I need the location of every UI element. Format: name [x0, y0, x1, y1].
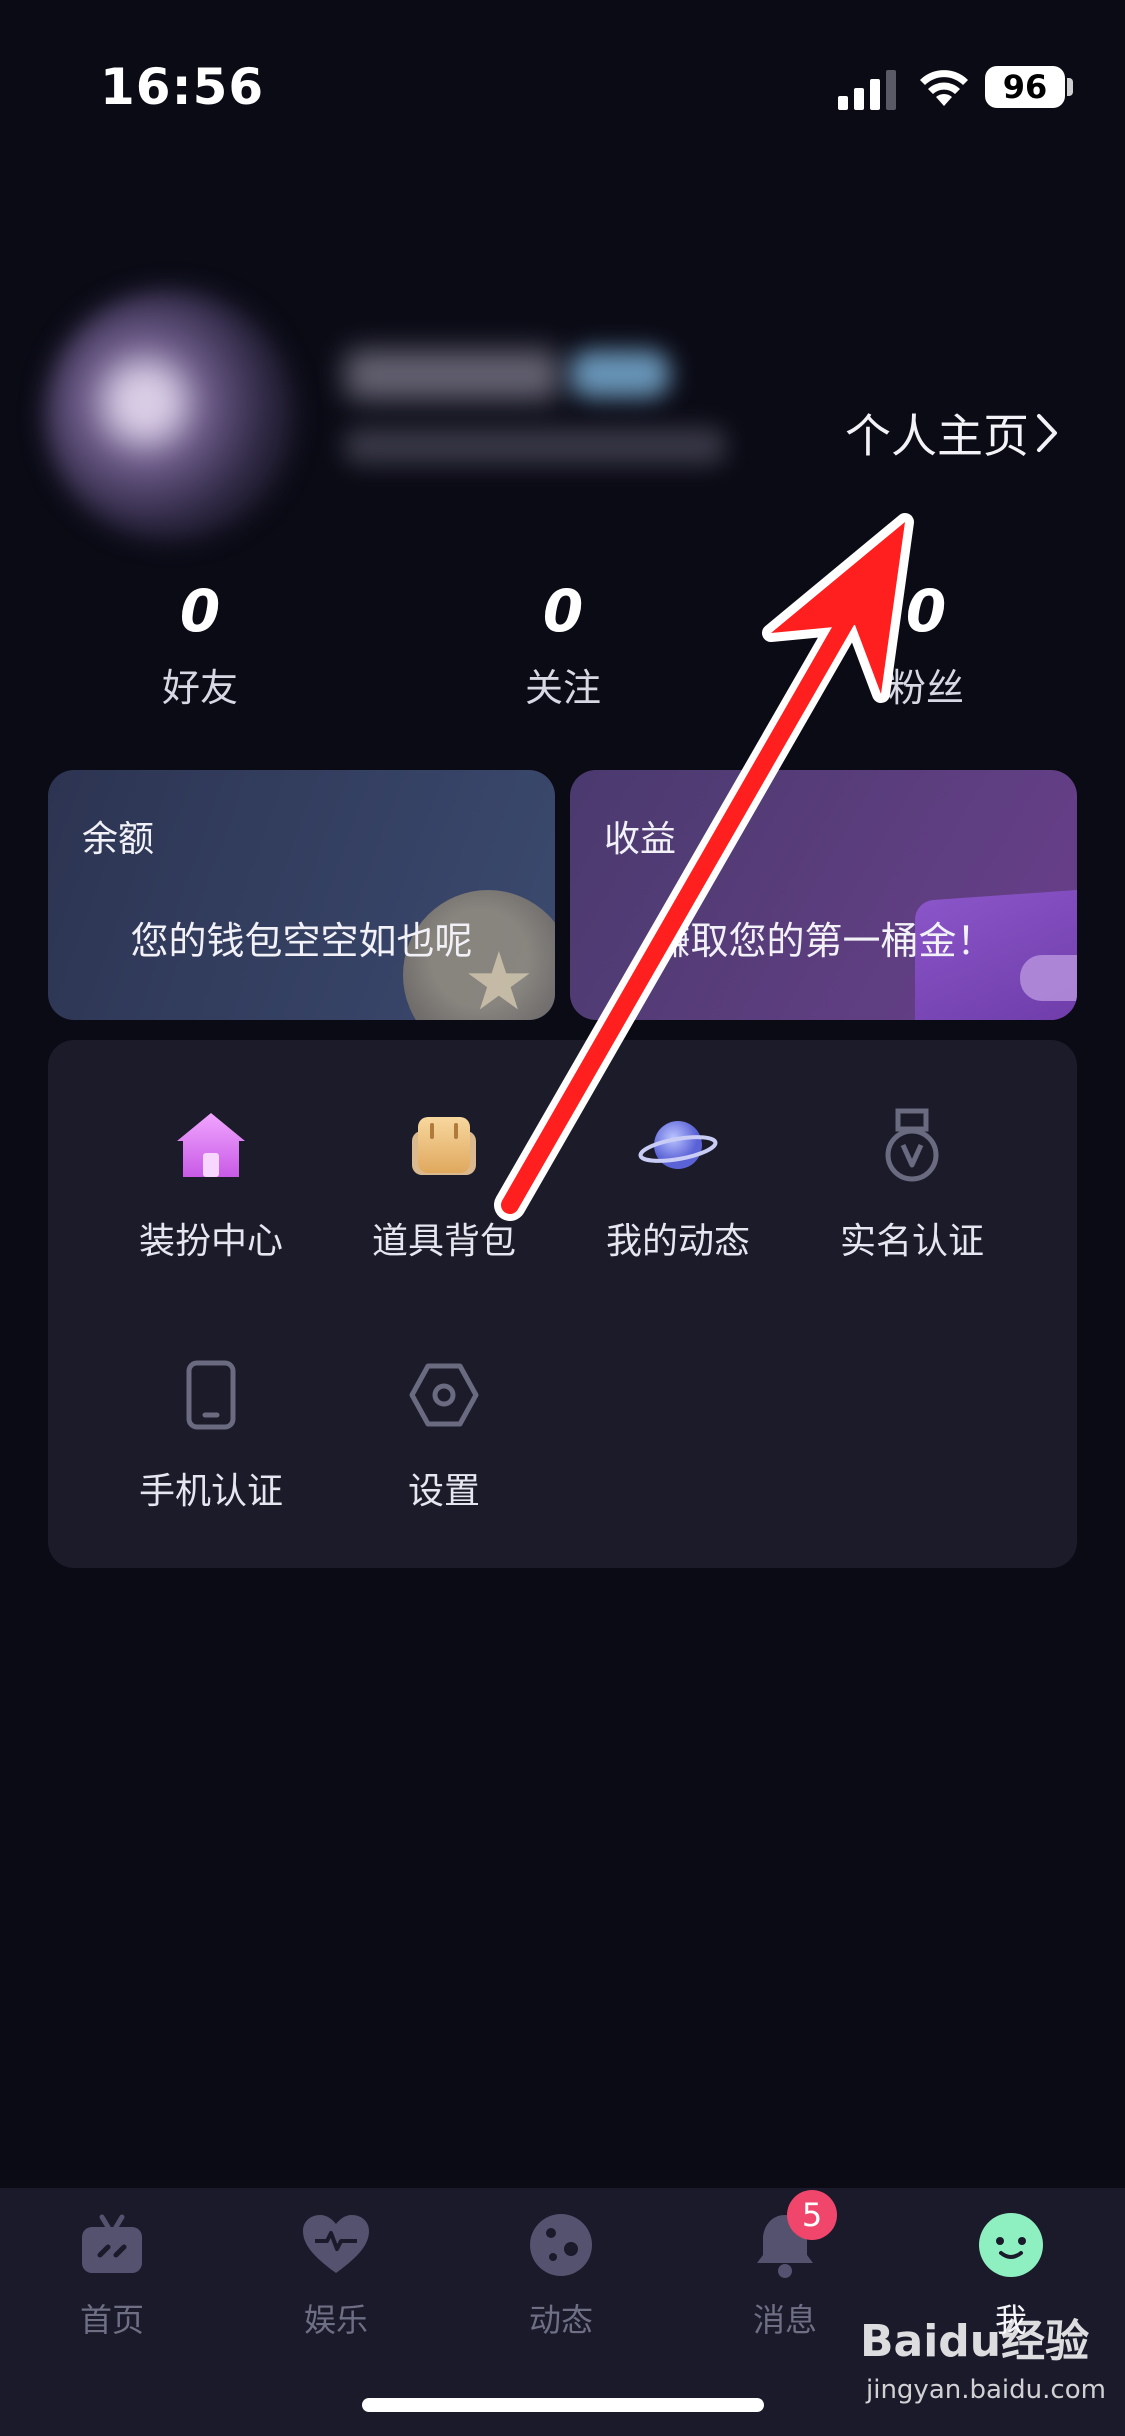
nav-home[interactable]: 首页 — [32, 2205, 192, 2341]
stat-value: 0 — [542, 577, 584, 645]
income-card[interactable]: 收益 赚取您的第一桶金！ — [570, 770, 1077, 1020]
tool-dressup-center[interactable]: 装扮中心 — [111, 1100, 311, 1264]
wifi-icon — [920, 70, 968, 106]
tool-label: 实名认证 — [839, 1221, 984, 1262]
nav-label: 娱乐 — [303, 2301, 368, 2339]
stat-label: 好友 — [161, 666, 238, 710]
planet-dots-icon — [530, 2214, 592, 2276]
profile-page-link[interactable]: 个人主页 — [845, 400, 1061, 466]
stat-label: 粉丝 — [887, 666, 964, 710]
nav-messages[interactable]: 消息 — [705, 2205, 865, 2341]
balance-card[interactable]: ★ 余额 您的钱包空空如也呢 — [48, 770, 555, 1020]
nav-label: 动态 — [528, 2301, 593, 2339]
stat-following[interactable]: 0 关注 — [443, 575, 683, 712]
username-blurred — [345, 350, 560, 400]
chevron-right-icon — [1037, 414, 1057, 452]
house-icon — [177, 1113, 245, 1177]
nav-feed[interactable]: 动态 — [481, 2205, 641, 2341]
status-time: 16:56 — [100, 58, 265, 116]
tool-label: 手机认证 — [138, 1471, 283, 1512]
nav-label: 首页 — [79, 2301, 144, 2339]
battery-tip — [1067, 78, 1073, 96]
tool-label: 道具背包 — [371, 1221, 516, 1262]
watermark-url: jingyan.baidu.com — [866, 2375, 1106, 2405]
balance-message: 您的钱包空空如也呢 — [130, 919, 473, 963]
nav-entertainment[interactable]: 娱乐 — [256, 2205, 416, 2341]
battery-indicator: 96 — [985, 66, 1065, 108]
backpack-icon — [412, 1117, 476, 1175]
hexagon-settings-icon — [409, 1363, 479, 1427]
tool-phone-verification[interactable]: 手机认证 — [111, 1350, 311, 1514]
avatar[interactable] — [45, 290, 295, 540]
income-title: 收益 — [604, 819, 677, 860]
smiley-icon — [979, 2213, 1043, 2277]
income-message: 赚取您的第一桶金！ — [652, 919, 995, 963]
tv-icon — [82, 2214, 142, 2273]
user-id-blurred — [345, 428, 725, 464]
stat-value: 0 — [905, 577, 947, 645]
battery-level: 96 — [1002, 68, 1048, 106]
stat-label: 关注 — [524, 666, 601, 710]
watermark-brand: Baidu经验 — [860, 2316, 1090, 2367]
tool-real-name-verification[interactable]: 实名认证 — [812, 1100, 1012, 1264]
tool-label: 设置 — [407, 1471, 480, 1512]
stat-fans[interactable]: 0 粉丝 — [806, 575, 1046, 712]
heart-pulse-icon — [303, 2215, 369, 2273]
balance-title: 余额 — [82, 819, 155, 860]
tool-item-backpack[interactable]: 道具背包 — [344, 1100, 544, 1264]
tool-settings[interactable]: 设置 — [344, 1350, 544, 1514]
tool-label: 装扮中心 — [138, 1221, 283, 1262]
stat-value: 0 — [179, 577, 221, 645]
baidu-watermark: Baidu经验 jingyan.baidu.com — [860, 2305, 1106, 2425]
cellular-signal-icon — [838, 70, 896, 110]
medal-icon — [885, 1108, 939, 1182]
home-indicator[interactable] — [362, 2398, 764, 2412]
phone-icon — [186, 1360, 236, 1430]
profile-link-label: 个人主页 — [845, 409, 1029, 463]
message-count-badge: 5 — [787, 2190, 837, 2240]
tool-label: 我的动态 — [605, 1221, 750, 1262]
tool-my-posts[interactable]: 我的动态 — [578, 1100, 778, 1264]
nav-label: 消息 — [752, 2301, 817, 2339]
vip-badge-blurred — [570, 350, 670, 398]
planet-icon — [638, 1121, 718, 1169]
stat-friends[interactable]: 0 好友 — [80, 575, 320, 712]
